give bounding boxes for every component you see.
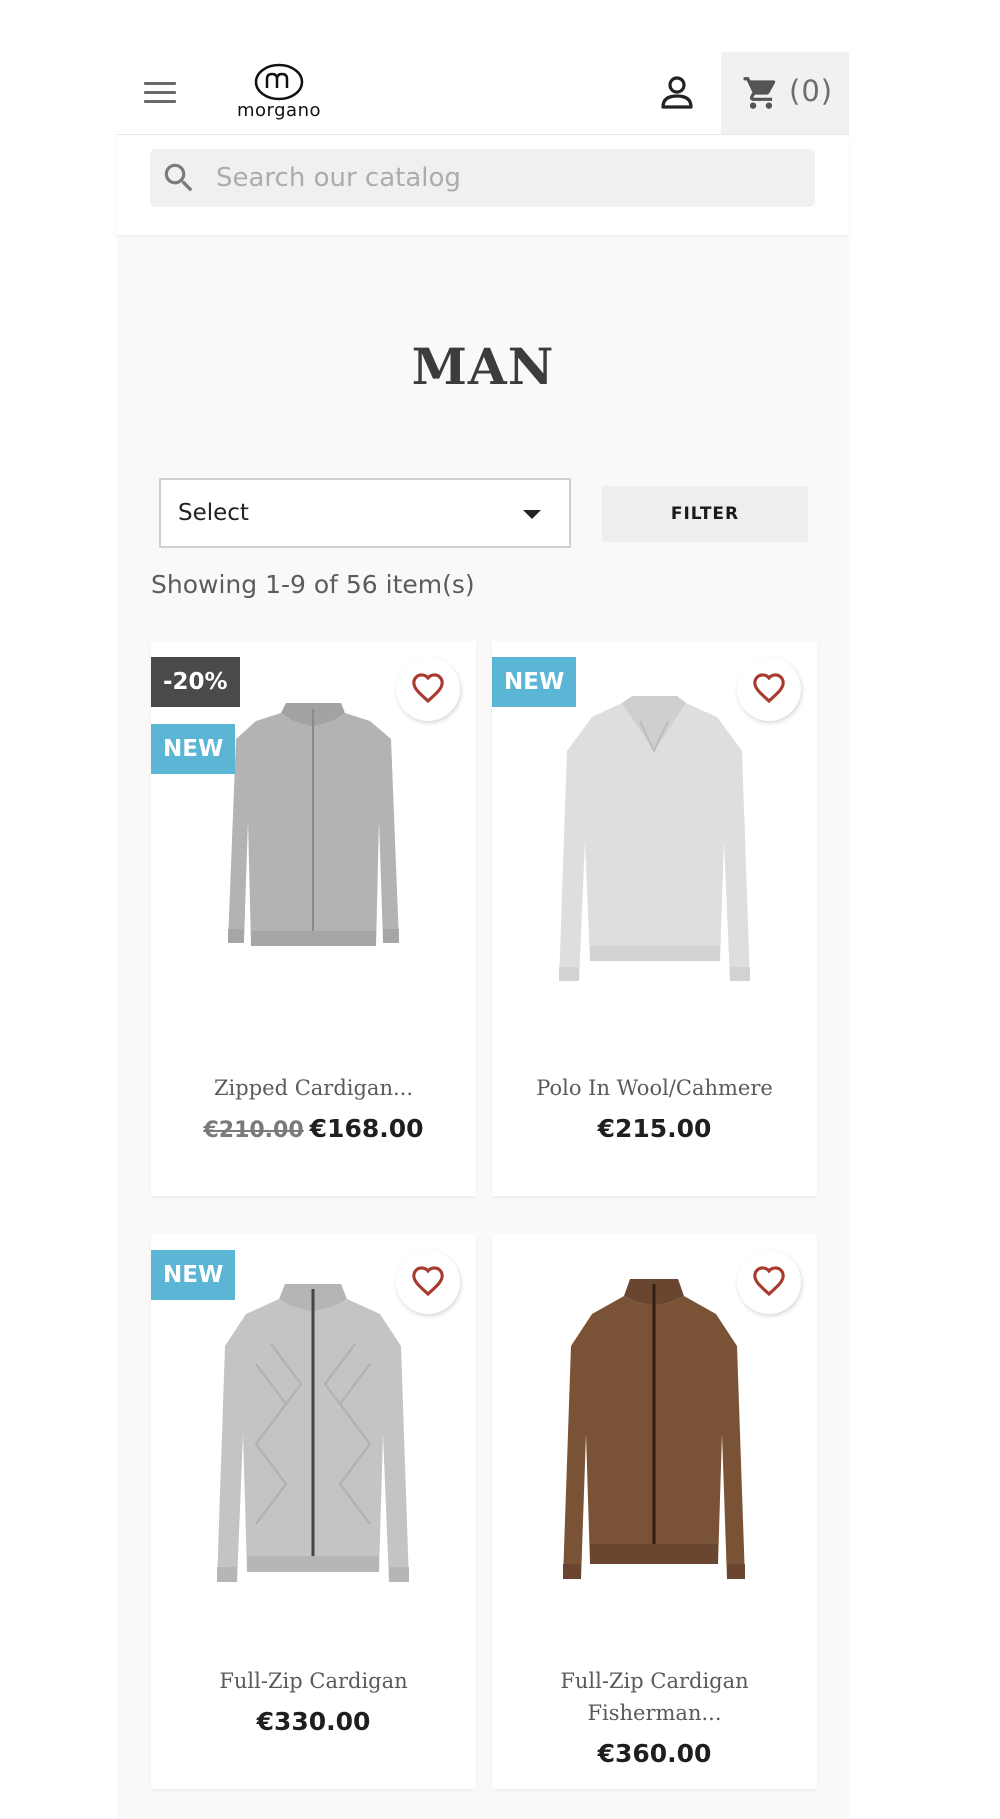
wishlist-button[interactable] [396, 1250, 460, 1314]
search-input[interactable] [216, 149, 796, 207]
hamburger-menu-icon[interactable] [144, 80, 176, 106]
morgano-logo[interactable]: morgano [207, 62, 352, 124]
product-price: €360.00 [492, 1739, 817, 1768]
product-name[interactable]: Polo In Wool/Cahmere [502, 1072, 807, 1104]
cart-button[interactable]: (0) [721, 52, 849, 134]
product-price: €330.00 [151, 1707, 476, 1736]
wishlist-button[interactable] [737, 657, 801, 721]
product-name[interactable]: Full-Zip Cardigan Fisherman... [502, 1665, 807, 1729]
product-card[interactable]: NEW Polo In Wool/Cahmere €215.00 [492, 641, 817, 1196]
regular-price: €210.00 [203, 1118, 304, 1143]
price: €360.00 [597, 1739, 712, 1768]
product-name[interactable]: Full-Zip Cardigan [161, 1665, 466, 1697]
results-count: Showing 1-9 of 56 item(s) [151, 570, 475, 599]
product-price: €210.00 €168.00 [151, 1114, 476, 1143]
heart-icon [753, 673, 785, 704]
caret-down-icon [523, 510, 541, 519]
product-card[interactable]: Full-Zip Cardigan Fisherman... €360.00 [492, 1234, 817, 1789]
product-name-line: Fisherman... [587, 1701, 722, 1725]
price: €330.00 [256, 1707, 371, 1736]
sale-price: €168.00 [309, 1114, 424, 1143]
product-name-line: Full-Zip Cardigan [560, 1669, 749, 1693]
price: €215.00 [597, 1114, 712, 1143]
shopping-cart-icon [743, 77, 776, 109]
wishlist-button[interactable] [396, 657, 460, 721]
discount-badge: -20% [151, 657, 240, 707]
product-card[interactable]: -20% NEW Zipped Cardigan... €210.00 €168.… [151, 641, 476, 1196]
product-name[interactable]: Zipped Cardigan... [161, 1072, 466, 1104]
svg-text:morgano: morgano [237, 100, 321, 121]
filter-button[interactable]: FILTER [602, 486, 808, 542]
wishlist-button[interactable] [737, 1250, 801, 1314]
heart-icon [412, 1266, 444, 1297]
new-badge: NEW [151, 1250, 236, 1300]
search-icon[interactable] [160, 159, 198, 197]
category-content: MAN Select FILTER Showing 1-9 of 56 item… [117, 237, 849, 1819]
product-price: €215.00 [492, 1114, 817, 1143]
page-title: MAN [411, 337, 555, 396]
heart-icon [412, 673, 444, 704]
sort-select[interactable]: Select [159, 478, 571, 548]
site-header: morgano (0) [117, 52, 849, 134]
product-card[interactable]: NEW Full-Zip Cardigan €330.00 [151, 1234, 476, 1789]
search-bar-container [117, 135, 849, 235]
search-box [150, 149, 815, 207]
cart-count: (0) [789, 74, 834, 108]
user-account-icon[interactable] [657, 74, 697, 112]
new-badge: NEW [151, 724, 236, 774]
sort-select-value: Select [178, 500, 249, 526]
new-badge: NEW [492, 657, 577, 707]
heart-icon [753, 1266, 785, 1297]
